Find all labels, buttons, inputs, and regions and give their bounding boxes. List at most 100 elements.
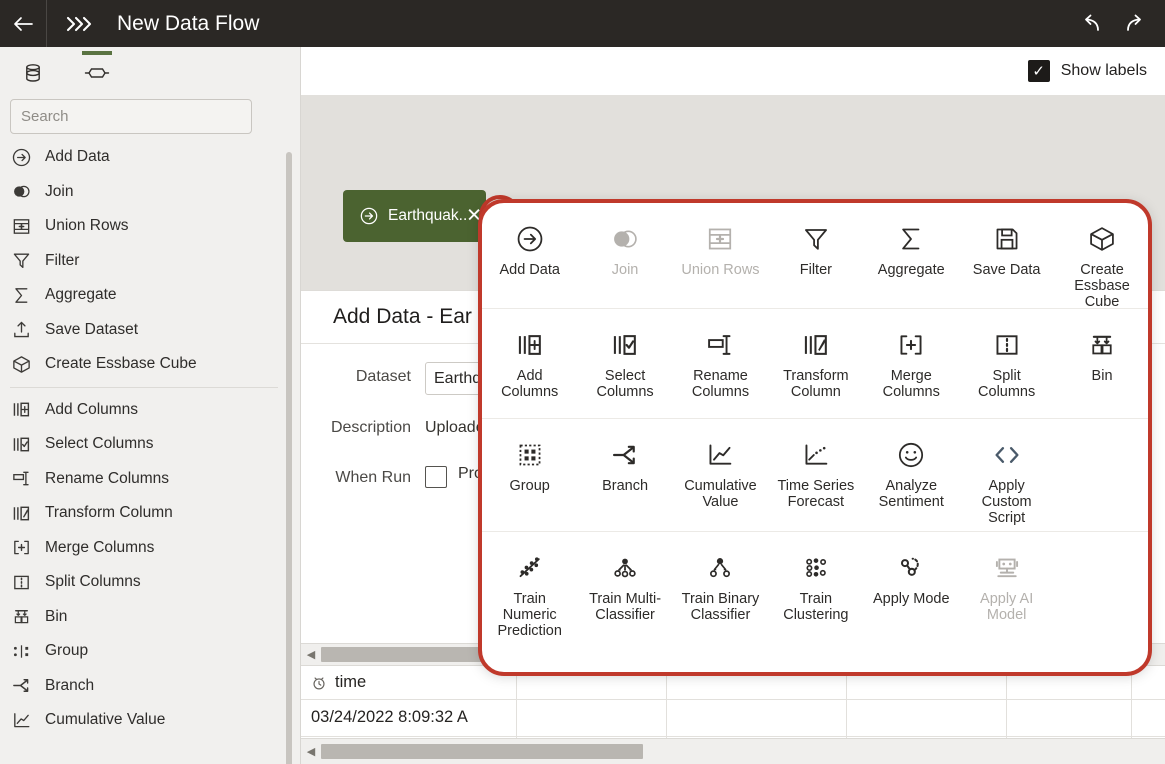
- sidebar-item-group[interactable]: Group: [10, 634, 300, 669]
- palette-item-split-columns[interactable]: Split Columns: [959, 321, 1054, 400]
- palette-item-analyze-sentiment[interactable]: Analyze Sentiment: [864, 431, 959, 510]
- palette-item-save-data[interactable]: Save Data: [959, 215, 1054, 278]
- column-header-time[interactable]: time: [301, 667, 516, 699]
- sigma-icon: [896, 219, 926, 259]
- sidebar-item-aggregate[interactable]: Aggregate: [10, 278, 300, 313]
- palette-item-add-data[interactable]: Add Data: [482, 215, 577, 278]
- search-input[interactable]: [10, 99, 252, 134]
- palette-item-create-essbase-cube[interactable]: Create Essbase Cube: [1054, 215, 1149, 311]
- palette-item-merge-columns[interactable]: Merge Columns: [864, 321, 959, 400]
- palette-item-cumulative-value[interactable]: Cumulative Value: [673, 431, 768, 510]
- datasets-tab[interactable]: [12, 51, 54, 95]
- double-chevron-right-icon[interactable]: [65, 15, 95, 33]
- train-binary-classifier-icon: [705, 548, 735, 588]
- sidebar-item-cumulative-value[interactable]: Cumulative Value: [10, 703, 300, 738]
- scroll-thumb[interactable]: [321, 744, 643, 759]
- undo-button[interactable]: [1067, 0, 1113, 47]
- palette-item-train-binary-classifier[interactable]: Train Binary Classifier: [673, 544, 768, 623]
- palette-item-union-rows[interactable]: Union Rows: [673, 215, 768, 278]
- table-cell: [666, 699, 846, 736]
- dataflow-steps-tab[interactable]: [76, 51, 118, 95]
- select-columns-icon: [610, 325, 640, 365]
- scroll-left-arrow-icon[interactable]: ◀: [301, 648, 321, 661]
- sidebar-item-label: Cumulative Value: [45, 711, 165, 729]
- palette-item-add-columns[interactable]: Add Columns: [482, 321, 577, 400]
- palette-item-label: Save Data: [964, 262, 1050, 278]
- palette-item-label: Apply AI Model: [964, 591, 1050, 623]
- merge-columns-icon: [10, 537, 32, 559]
- close-icon[interactable]: ✕: [466, 207, 482, 226]
- apply-model-icon: [896, 548, 926, 588]
- show-labels-label: Show labels: [1061, 62, 1147, 80]
- scroll-thumb[interactable]: [321, 647, 499, 662]
- sigma-icon: [10, 284, 32, 306]
- upload-icon: [10, 319, 32, 341]
- code-brackets-icon: [992, 435, 1022, 475]
- flow-node-add-data[interactable]: Earthquak.. ✕: [343, 190, 486, 242]
- palette-row-sources: Add Data Join Union Rows: [482, 203, 1148, 309]
- node-shape-icon: [83, 62, 111, 84]
- palette-item-time-series-forecast[interactable]: Time Series Forecast: [768, 431, 863, 510]
- sidebar-item-union-rows[interactable]: Union Rows: [10, 209, 300, 244]
- palette-item-label: Union Rows: [677, 262, 763, 278]
- palette-item-rename-columns[interactable]: Rename Columns: [673, 321, 768, 400]
- palette-item-label: Group: [487, 478, 573, 494]
- palette-item-label: Add Data: [487, 262, 573, 278]
- palette-item-label: Apply Custom Script: [964, 478, 1050, 527]
- table-cell: [846, 699, 1006, 736]
- page-title: New Data Flow: [117, 12, 259, 36]
- sidebar-item-branch[interactable]: Branch: [10, 669, 300, 704]
- cube-icon: [10, 353, 32, 375]
- palette-item-filter[interactable]: Filter: [768, 215, 863, 278]
- funnel-icon: [10, 250, 32, 272]
- palette-item-transform-column[interactable]: Transform Column: [768, 321, 863, 400]
- palette-row-analysis: Group Branch Cumulative: [482, 419, 1148, 532]
- back-button[interactable]: [0, 0, 46, 47]
- sidebar-item-rename-columns[interactable]: Rename Columns: [10, 462, 300, 497]
- sidebar-item-create-essbase-cube[interactable]: Create Essbase Cube: [10, 347, 300, 382]
- sidebar-item-select-columns[interactable]: Select Columns: [10, 427, 300, 462]
- palette-item-train-numeric-prediction[interactable]: Train Numeric Prediction: [482, 544, 577, 640]
- show-labels-toggle[interactable]: ✓ Show labels: [1028, 60, 1147, 82]
- arrow-in-circle-icon: [10, 146, 32, 168]
- sidebar-item-split-columns[interactable]: Split Columns: [10, 565, 300, 600]
- add-step-palette[interactable]: Add Data Join Union Rows: [481, 202, 1149, 673]
- sidebar-item-filter[interactable]: Filter: [10, 244, 300, 279]
- sidebar-item-label: Branch: [45, 677, 94, 695]
- palette-item-group[interactable]: Group: [482, 431, 577, 494]
- palette-item-select-columns[interactable]: Select Columns: [577, 321, 672, 400]
- palette-item-train-multi-classifier[interactable]: Train Multi-Classifier: [577, 544, 672, 623]
- palette-item-apply-custom-script[interactable]: Apply Custom Script: [959, 431, 1054, 527]
- palette-item-aggregate[interactable]: Aggregate: [864, 215, 959, 278]
- arrow-in-circle-icon: [359, 206, 379, 226]
- table-horizontal-scrollbar-bottom[interactable]: ◀: [301, 738, 1165, 764]
- palette-item-apply-mode[interactable]: Apply Mode: [864, 544, 959, 607]
- sidebar-item-merge-columns[interactable]: Merge Columns: [10, 531, 300, 566]
- when-run-checkbox[interactable]: [425, 466, 447, 488]
- redo-button[interactable]: [1113, 0, 1159, 47]
- scroll-left-arrow-icon[interactable]: ◀: [301, 745, 321, 758]
- left-panel-scrollbar[interactable]: [286, 152, 292, 764]
- merge-columns-icon: [896, 325, 926, 365]
- palette-item-bin[interactable]: Bin: [1054, 321, 1149, 384]
- palette-row-machine-learning: Train Numeric Prediction Train Multi-Cla…: [482, 532, 1148, 662]
- sidebar-item-join[interactable]: Join: [10, 175, 300, 210]
- column-header[interactable]: [1131, 667, 1165, 699]
- table-row[interactable]: 03/24/2022 8:09:32 A: [301, 699, 1165, 736]
- section-divider: [10, 387, 278, 388]
- step-list[interactable]: Add Data Join Union Rows: [0, 140, 300, 752]
- palette-item-branch[interactable]: Branch: [577, 431, 672, 494]
- palette-item-train-clustering[interactable]: Train Clustering: [768, 544, 863, 623]
- palette-item-label: Train Clustering: [773, 591, 859, 623]
- datetime-icon: [311, 675, 327, 691]
- palette-item-apply-ai-model[interactable]: Apply AI Model: [959, 544, 1054, 623]
- palette-item-join[interactable]: Join: [577, 215, 672, 278]
- sidebar-item-transform-column[interactable]: Transform Column: [10, 496, 300, 531]
- sidebar-item-label: Bin: [45, 608, 67, 626]
- field-label: Description: [301, 413, 425, 437]
- sidebar-item-add-data[interactable]: Add Data: [10, 140, 300, 175]
- sidebar-item-save-dataset[interactable]: Save Dataset: [10, 313, 300, 348]
- sidebar-item-add-columns[interactable]: Add Columns: [10, 393, 300, 428]
- canvas-toolbar: ✓ Show labels: [301, 47, 1165, 95]
- sidebar-item-bin[interactable]: Bin: [10, 600, 300, 635]
